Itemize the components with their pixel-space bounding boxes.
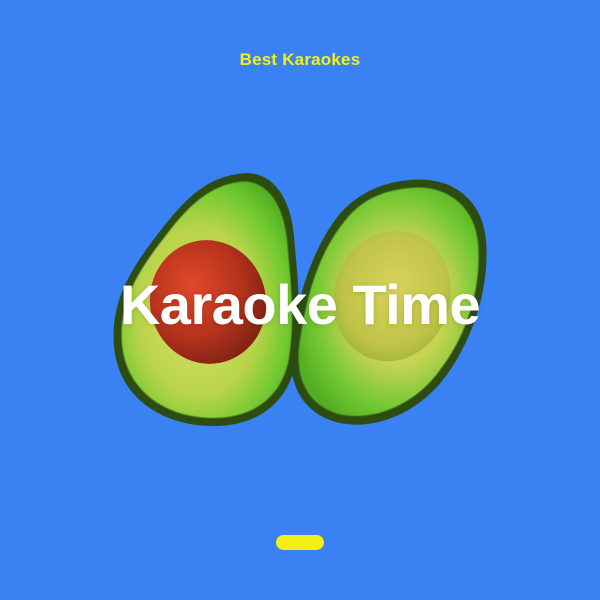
cover-title: Karaoke Time [119, 273, 481, 336]
indicator-pill-button[interactable] [276, 535, 324, 550]
